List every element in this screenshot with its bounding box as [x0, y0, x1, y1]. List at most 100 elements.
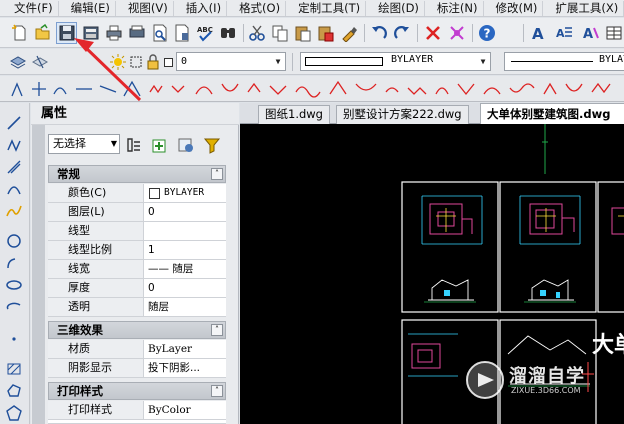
menu-modify[interactable]: 修改(M) [484, 0, 544, 16]
section-plot-style[interactable]: 打印样式 ˄ [48, 382, 226, 400]
line-icon[interactable] [4, 113, 24, 133]
spell-check-icon[interactable]: ABC [195, 23, 215, 43]
tab-drawing1[interactable]: 图纸1.dwg [258, 105, 330, 124]
prop-row-lineweight[interactable]: 线宽 —— 随层 [48, 260, 226, 279]
linetype-sample [511, 61, 593, 62]
tablestyle-icon[interactable] [604, 23, 624, 43]
prop-value: 1 [148, 244, 155, 256]
layer-select[interactable]: 0 ▼ [176, 52, 286, 71]
chevron-down-icon: ▼ [480, 57, 486, 66]
prop-value: 0 [148, 282, 155, 294]
plot-icon[interactable] [150, 23, 170, 43]
menu-insert[interactable]: 插入(I) [174, 0, 228, 16]
menu-file[interactable]: 文件(F) [0, 0, 59, 16]
color-select[interactable]: BYLAYER ▼ [300, 52, 491, 71]
layer-color-swatch [164, 58, 173, 67]
collapse-icon[interactable]: ˄ [211, 324, 223, 336]
revcloud-icon[interactable] [4, 253, 24, 273]
section-general-label: 常规 [57, 167, 80, 181]
svg-text:?: ? [484, 27, 491, 41]
spline-icon[interactable] [4, 201, 24, 221]
color-swatch [305, 57, 383, 66]
help-icon[interactable]: ? [477, 23, 497, 43]
text-style-icon[interactable]: A [529, 23, 549, 43]
construction-line-icon[interactable] [4, 157, 24, 177]
properties-side-strip [32, 125, 45, 424]
prop-value [148, 222, 224, 240]
ellipse-arc-icon[interactable] [4, 297, 24, 317]
menu-dimension[interactable]: 标注(N) [425, 0, 484, 16]
watermark-brand: 溜溜自学 [509, 366, 585, 387]
arc-icon[interactable] [4, 179, 24, 199]
draw-toolbar [0, 103, 30, 424]
menu-view[interactable]: 视图(V) [116, 0, 174, 16]
menu-format[interactable]: 格式(O) [227, 0, 287, 16]
chevron-down-icon: ▼ [110, 139, 117, 148]
select-objects-icon[interactable] [150, 135, 170, 155]
prop-row-transparency[interactable]: 透明 随层 [48, 298, 226, 317]
prop-value: 0 [148, 206, 155, 218]
region-icon[interactable] [4, 381, 24, 401]
quick-select-icon[interactable] [176, 135, 196, 155]
menu-extend-tools[interactable]: 扩展工具(X) [543, 0, 624, 16]
delete-icon[interactable] [423, 23, 443, 43]
chevron-down-icon: ▼ [275, 57, 281, 66]
tab-villa-design[interactable]: 别墅设计方案222.dwg [336, 105, 469, 124]
find-icon[interactable] [218, 23, 238, 43]
prop-key: 材质 [48, 340, 144, 358]
paste-block-icon[interactable] [316, 23, 336, 43]
menu-edit[interactable]: 编辑(E) [59, 0, 116, 16]
ellipse-icon[interactable] [4, 275, 24, 295]
cut-icon[interactable] [247, 23, 267, 43]
collapse-icon[interactable]: ˄ [211, 385, 223, 397]
match-properties-icon[interactable] [339, 23, 359, 43]
prop-row-linetype[interactable]: 线型 [48, 222, 226, 241]
selection-select[interactable]: 无选择 ▼ [48, 134, 120, 154]
prop-key: 图层(L) [48, 203, 144, 221]
watermark-logo-icon [466, 361, 504, 399]
prop-row-color[interactable]: 颜色(C) BYLAYER [48, 184, 226, 203]
copy-icon[interactable] [270, 23, 290, 43]
drawing-title-text: 大单 [592, 333, 624, 358]
circle-icon[interactable] [4, 231, 24, 251]
prop-key: 厚度 [48, 279, 144, 297]
prop-key: 线型比例 [48, 241, 144, 259]
undo-icon[interactable] [369, 23, 389, 43]
section-general[interactable]: 常规 ˄ [48, 165, 226, 183]
boundary-icon[interactable] [4, 403, 24, 423]
linetype-select[interactable]: BYLAYER [504, 52, 624, 71]
prop-row-shadow[interactable]: 阴影显示 投下阴影... [48, 359, 226, 378]
open-file-icon[interactable] [33, 23, 53, 43]
prop-row-thickness[interactable]: 厚度 0 [48, 279, 226, 298]
redo-icon[interactable] [392, 23, 412, 43]
prop-row-material[interactable]: 材质 ByLayer [48, 340, 226, 359]
paste-icon[interactable] [293, 23, 313, 43]
hatch-icon[interactable] [4, 359, 24, 379]
prop-row-linetype-scale[interactable]: 线型比例 1 [48, 241, 226, 260]
layer-state-icon[interactable] [30, 52, 50, 72]
table-style-icon[interactable]: A [581, 23, 601, 43]
point-icon[interactable] [4, 329, 24, 349]
layer-manager-icon[interactable] [8, 52, 28, 72]
prop-value: ByLayer [148, 343, 193, 355]
section-3d-effects[interactable]: 三维效果 ˄ [48, 321, 226, 339]
dim-style-icon[interactable]: A [554, 23, 574, 43]
design-center-icon[interactable] [447, 23, 467, 43]
menu-draw[interactable]: 绘图(D) [366, 0, 425, 16]
filter-icon[interactable] [202, 135, 222, 155]
prop-key: 线型 [48, 222, 144, 240]
menu-bar: 文件(F) 编辑(E) 视图(V) 插入(I) 格式(O) 定制工具(T) 绘图… [0, 0, 624, 17]
prop-value: 随层 [148, 301, 169, 313]
collapse-icon[interactable]: ˄ [211, 168, 223, 180]
prop-row-plot-style[interactable]: 打印样式 ByColor [48, 401, 226, 420]
prop-value: 投下阴影... [148, 362, 201, 374]
watermark-url: ZIXUE.3D66.COM [511, 386, 581, 395]
tab-villa-architecture[interactable]: 大单体别墅建筑图.dwg [480, 103, 624, 124]
menu-custom-tools[interactable]: 定制工具(T) [286, 0, 367, 16]
linetype-select-value: BYLAYER [599, 54, 624, 65]
new-file-icon[interactable] [10, 23, 30, 43]
publish-icon[interactable] [172, 23, 192, 43]
toggle-pickadd-icon[interactable] [124, 135, 144, 155]
polyline-icon[interactable] [4, 135, 24, 155]
prop-row-layer[interactable]: 图层(L) 0 [48, 203, 226, 222]
